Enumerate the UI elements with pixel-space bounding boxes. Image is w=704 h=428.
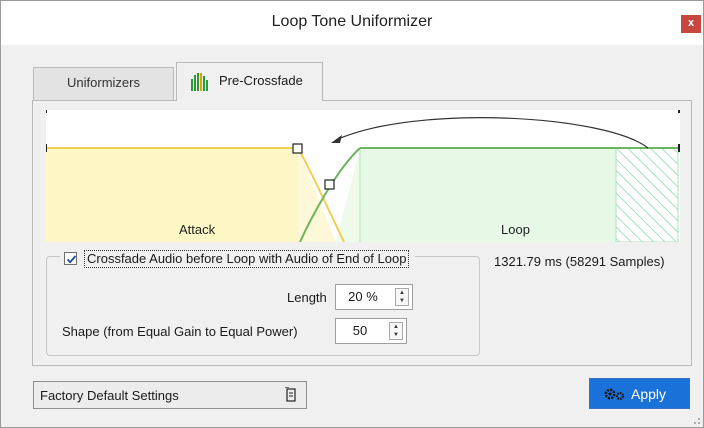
crossfade-group [46, 256, 480, 356]
window-title: Loop Tone Uniformizer [271, 13, 433, 30]
spin-down-icon[interactable]: ▼ [390, 331, 402, 339]
apply-label: Apply [631, 386, 667, 402]
checkmark-icon [66, 255, 77, 264]
shape-value[interactable]: 50 [336, 323, 384, 338]
tab-label: Uniformizers [67, 75, 140, 90]
tab-pre-crossfade[interactable]: Pre-Crossfade [176, 62, 323, 101]
crossfade-duration-info: 1321.79 ms (58291 Samples) [494, 254, 665, 269]
tab-label: Pre-Crossfade [219, 73, 303, 88]
apply-button[interactable]: Apply [589, 378, 690, 409]
attack-region [46, 148, 298, 242]
shape-label: Shape (from Equal Gain to Equal Power) [62, 324, 298, 339]
loop-label: Loop [501, 222, 530, 237]
level-meter-icon [191, 73, 208, 91]
close-button[interactable]: x [681, 15, 701, 33]
preset-selector[interactable]: Factory Default Settings [33, 381, 307, 409]
length-label: Length [287, 290, 327, 305]
length-stepper[interactable]: 20 % ▲ ▼ [335, 284, 413, 310]
preset-label: Factory Default Settings [40, 388, 179, 403]
crossfade-shape-handle[interactable] [324, 179, 335, 190]
attack-label: Attack [179, 222, 216, 237]
crossfade-checkbox-label[interactable]: Crossfade Audio before Loop with Audio o… [84, 250, 410, 268]
gears-icon [604, 388, 625, 401]
title-bar[interactable]: Loop Tone Uniformizer x [1, 1, 703, 45]
loop-region [360, 148, 616, 242]
spin-up-icon[interactable]: ▲ [396, 289, 408, 297]
length-spin-buttons[interactable]: ▲ ▼ [395, 288, 409, 306]
tab-uniformizers[interactable]: Uniformizers [33, 67, 174, 100]
crossfade-graph [46, 110, 680, 242]
shape-stepper[interactable]: 50 ▲ ▼ [335, 318, 407, 344]
length-value[interactable]: 20 % [336, 289, 390, 304]
spin-up-icon[interactable]: ▲ [390, 323, 402, 331]
crossfade-start-handle[interactable] [292, 143, 303, 154]
spin-down-icon[interactable]: ▼ [396, 297, 408, 305]
preset-menu-icon[interactable] [284, 387, 298, 403]
crossfade-checkbox[interactable] [64, 252, 77, 265]
shape-spin-buttons[interactable]: ▲ ▼ [389, 322, 403, 340]
resize-grip-icon[interactable] [691, 415, 701, 425]
crossfade-checkbox-row[interactable]: Crossfade Audio before Loop with Audio o… [60, 250, 416, 268]
loop-end-hatch [616, 148, 678, 242]
